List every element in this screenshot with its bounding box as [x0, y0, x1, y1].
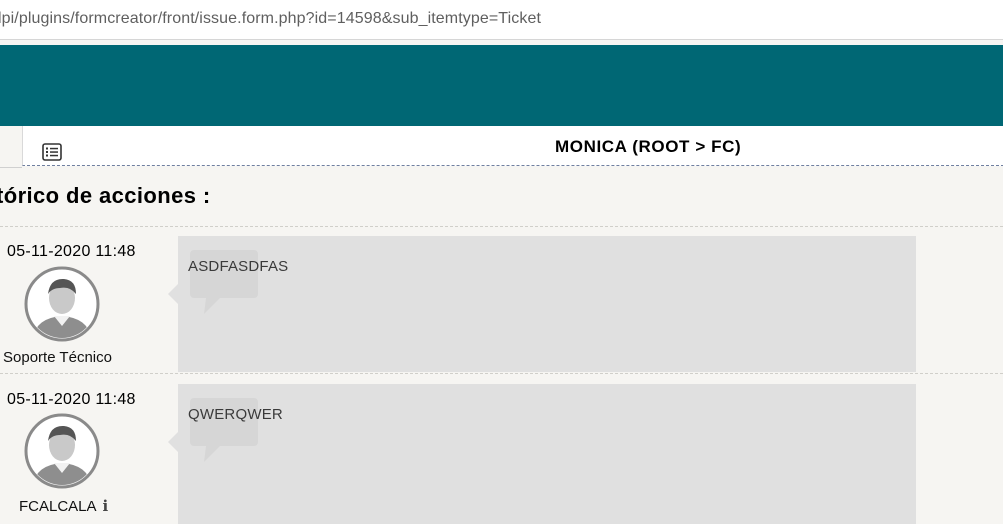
entry-content: QWERQWER — [188, 406, 283, 423]
bubble-arrow — [168, 284, 178, 304]
user-avatar-icon — [24, 413, 100, 489]
entry-author-name: FCALCALA — [19, 498, 97, 515]
browser-url-bar[interactable]: lpi/plugins/formcreator/front/issue.form… — [0, 0, 1003, 40]
info-icon[interactable]: i — [103, 497, 109, 515]
entry-date: 05-11-2020 11:48 — [7, 243, 136, 260]
bubble-arrow — [168, 432, 178, 452]
entry-author: FCALCALA i — [19, 497, 108, 515]
entry-bubble: QWERQWER — [168, 384, 916, 524]
entity-panel-inner — [22, 126, 1003, 166]
entry-bubble: ASDFASDFAS — [168, 236, 916, 372]
divider — [0, 373, 1003, 374]
url-text[interactable]: lpi/plugins/formcreator/front/issue.form… — [0, 10, 541, 28]
header-banner — [0, 45, 1003, 126]
entry-content: ASDFASDFAS — [188, 258, 289, 275]
history-section-title: tórico de acciones : — [0, 183, 211, 208]
entry-date: 05-11-2020 11:48 — [7, 391, 136, 408]
user-avatar-icon — [24, 266, 100, 342]
entity-title: MONICA (ROOT > FC) — [555, 137, 742, 156]
entity-panel — [0, 126, 1003, 172]
entry-author: Soporte Técnico — [3, 349, 112, 366]
divider — [0, 167, 22, 168]
list-icon[interactable] — [42, 143, 62, 161]
divider — [0, 226, 1003, 227]
